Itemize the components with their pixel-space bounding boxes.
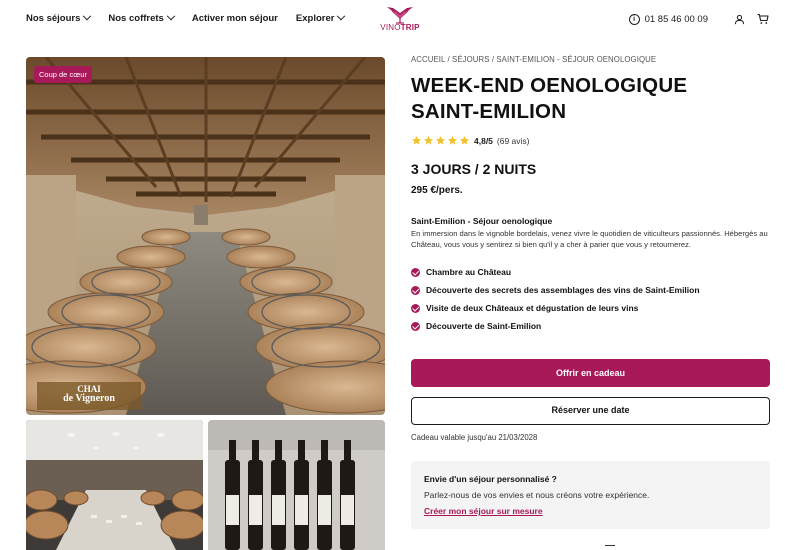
page-title: WEEK-END OENOLOGIQUE SAINT-EMILION — [411, 74, 688, 123]
product-info: ACCUEIL / SÉJOURS / SAINT-EMILION - SÉJO… — [411, 55, 770, 529]
main-nav: Nos séjours Nos coffrets Activer mon séj… — [26, 11, 362, 24]
check-icon — [411, 267, 420, 277]
nav-label: Nos coffrets — [108, 13, 164, 24]
chai-vigneron-watermark: CHAI de Vigneron — [37, 382, 141, 410]
price: 295 €/pers. — [411, 185, 463, 196]
breadcrumb: ACCUEIL / SÉJOURS / SAINT-EMILION - SÉJO… — [411, 55, 657, 64]
check-icon — [411, 303, 420, 313]
gift-button[interactable]: Offrir en cadeau — [411, 359, 770, 387]
thumbnail-barrel-room[interactable] — [26, 420, 203, 550]
product-description: En immersion dans le vignoble bordelais,… — [411, 229, 768, 249]
user-icon[interactable] — [732, 12, 746, 26]
logo-glass-icon — [387, 7, 413, 24]
duration: 3 JOURS / 2 NUITS — [411, 161, 537, 177]
chevron-down-icon — [83, 11, 92, 20]
cart-icon[interactable] — [756, 12, 770, 26]
custom-trip-text: Parlez-nous de vos envies et nous créons… — [424, 490, 650, 500]
check-icon — [411, 285, 420, 295]
custom-trip-link[interactable]: Créer mon séjour sur mesure — [424, 506, 543, 516]
nav-explorer[interactable]: Explorer — [295, 11, 346, 24]
star-icon — [447, 135, 458, 145]
nav-label: Explorer — [295, 13, 335, 24]
star-icon — [435, 135, 446, 145]
favorite-badge: Coup de cœur — [34, 66, 92, 83]
chevron-down-icon — [166, 11, 176, 20]
chevron-down-icon — [337, 11, 346, 20]
vinotrip-logo[interactable]: VINOTRIP — [376, 5, 424, 37]
logo-wordmark: VINOTRIP — [380, 23, 420, 32]
phone-contact[interactable]: i 01 85 46 00 09 — [628, 13, 708, 25]
info-icon: i — [628, 13, 640, 25]
main-photo-wine-cellar[interactable] — [26, 57, 385, 415]
breadcrumb-home[interactable]: ACCUEIL — [411, 55, 445, 64]
breadcrumb-current: SAINT-EMILION - SÉJOUR OENOLOGIQUE — [496, 55, 657, 64]
nav-label: Nos séjours — [26, 13, 81, 24]
custom-trip-title: Envie d'un séjour personnalisé ? — [424, 474, 557, 484]
nav-label: Activer mon séjour — [191, 13, 278, 24]
star-icon — [411, 135, 422, 145]
nav-nos-sejours[interactable]: Nos séjours — [26, 11, 92, 24]
nav-activer-mon-sejour[interactable]: Activer mon séjour — [192, 13, 278, 24]
product-subtitle: Saint-Emilion - Séjour oenologique — [411, 216, 553, 226]
custom-trip-panel: Envie d'un séjour personnalisé ? Parlez-… — [411, 461, 770, 529]
section-divider — [605, 545, 615, 550]
phone-number: 01 85 46 00 09 — [644, 13, 708, 25]
star-icon — [423, 135, 434, 145]
check-icon — [411, 321, 420, 331]
star-icon — [459, 135, 470, 145]
site-header: Nos séjours Nos coffrets Activer mon séj… — [0, 0, 796, 42]
nav-nos-coffrets[interactable]: Nos coffrets — [108, 11, 176, 24]
feature-item: Découverte des secrets des assemblages d… — [411, 281, 770, 299]
rating[interactable]: 4,8/5 (69 avis) — [411, 135, 770, 146]
feature-item: Chambre au Château — [411, 263, 770, 281]
features-list: Chambre au Château Découverte des secret… — [411, 263, 770, 335]
review-count: (69 avis) — [496, 135, 530, 146]
rating-stars — [411, 135, 471, 146]
book-date-button[interactable]: Réserver une date — [411, 397, 770, 425]
thumbnail-wine-bottles[interactable] — [208, 420, 385, 550]
rating-value: 4,8/5 — [474, 135, 493, 146]
breadcrumb-sejours[interactable]: SÉJOURS — [452, 55, 490, 64]
feature-item: Visite de deux Châteaux et dégustation d… — [411, 299, 770, 317]
header-actions: i 01 85 46 00 09 — [628, 12, 770, 26]
feature-item: Découverte de Saint-Emilion — [411, 317, 770, 335]
gift-validity: Cadeau valable jusqu'au 21/03/2028 — [411, 433, 538, 442]
